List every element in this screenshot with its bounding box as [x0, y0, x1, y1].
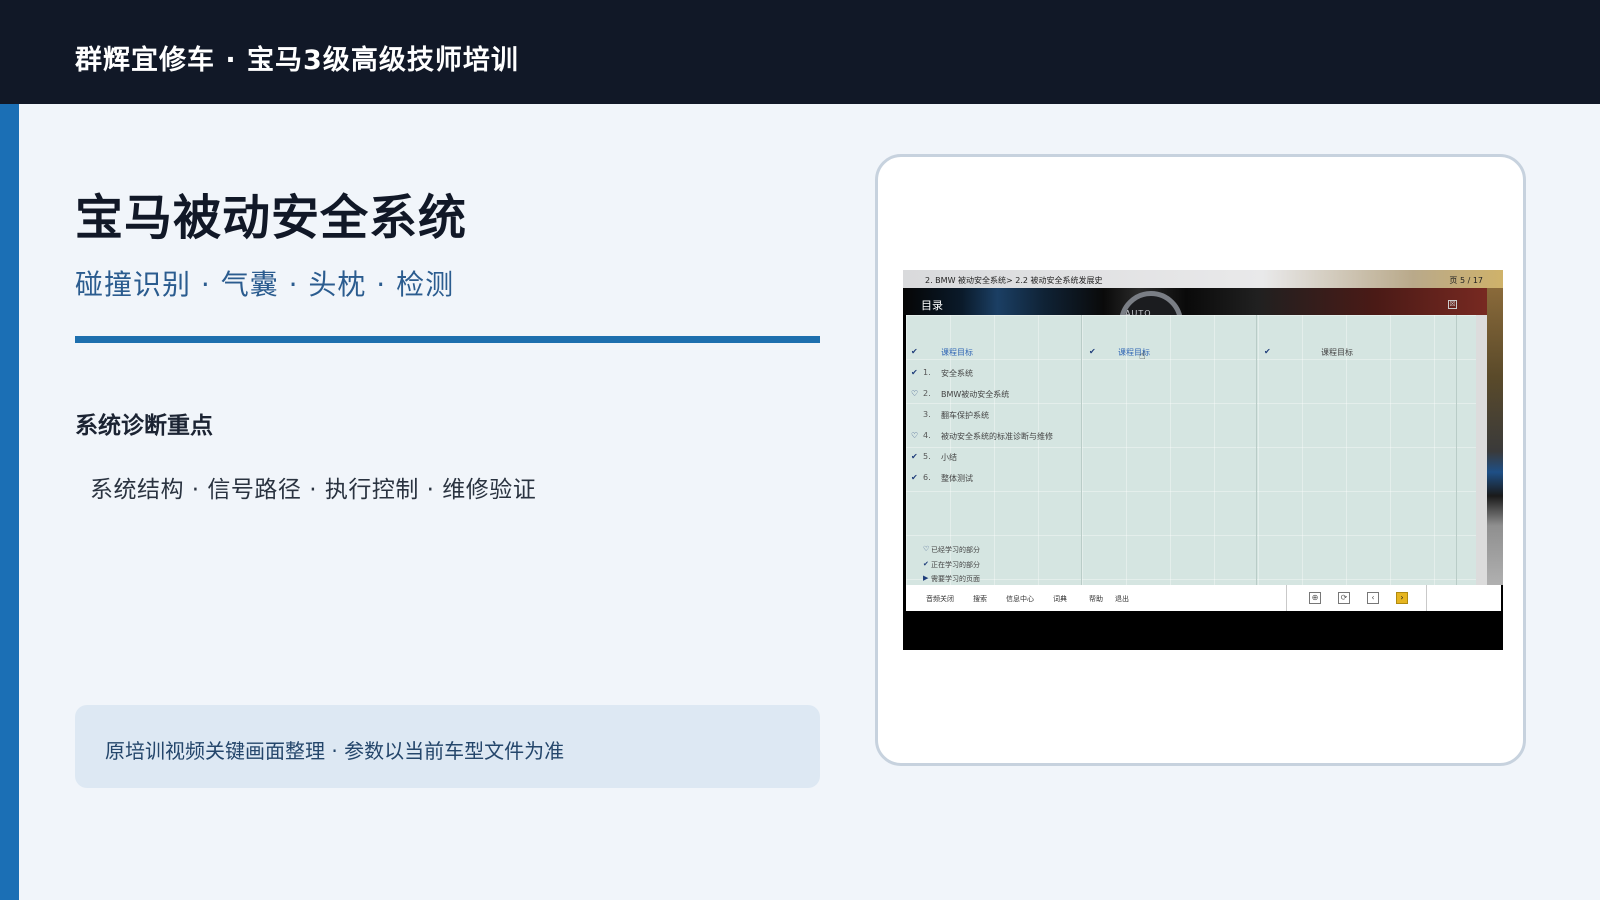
- note-text: 原培训视频关键画面整理 · 参数以当前车型文件为准: [105, 739, 565, 763]
- training-screenshot: 2. BMW 被动安全系统> 2.2 被动安全系统发展史 页 5 / 17 AU…: [903, 270, 1503, 650]
- slide-subtitle: 碰撞识别 · 气囊 · 头枕 · 检测: [75, 268, 455, 301]
- exit-button[interactable]: 退出: [1115, 594, 1129, 604]
- menu-item[interactable]: 整体测试: [941, 473, 973, 484]
- toolbar-divider: [1426, 585, 1427, 611]
- check-icon: ✔: [911, 368, 918, 377]
- previous-icon[interactable]: ‹: [1367, 592, 1379, 604]
- column-heading-1[interactable]: 课程目标: [941, 347, 973, 358]
- page-indicator: 页 5 / 17: [1449, 276, 1483, 285]
- legend-item: 已经学习的部分: [931, 546, 980, 554]
- menu-header-label: 目录: [921, 299, 943, 312]
- breadcrumb: 2. BMW 被动安全系统> 2.2 被动安全系统发展史: [925, 276, 1103, 285]
- screenshot-frame: 2. BMW 被动安全系统> 2.2 被动安全系统发展史 页 5 / 17 AU…: [875, 154, 1526, 766]
- expand-icon[interactable]: ⊕: [1309, 592, 1321, 604]
- scrollbar[interactable]: [1476, 315, 1487, 585]
- hand-cursor-icon: ☝: [1139, 349, 1146, 362]
- menu-item-number: 3.: [923, 410, 931, 419]
- menu-item[interactable]: 翻车保护系统: [941, 410, 989, 421]
- slide-title: 宝马被动安全系统: [75, 190, 468, 246]
- menu-item[interactable]: 安全系统: [941, 368, 973, 379]
- course-title: 群辉宜修车 · 宝马3级高级技师培训: [75, 45, 519, 76]
- note-box: 原培训视频关键画面整理 · 参数以当前车型文件为准: [75, 705, 820, 788]
- bottom-toolbar: 音频关闭 搜索 信息中心 词典 帮助 退出 ⊕ ⟳ ‹ ›: [906, 585, 1501, 611]
- close-icon[interactable]: ☒: [1448, 300, 1457, 309]
- open-check-icon: ♡: [923, 545, 930, 553]
- search-button[interactable]: 搜索: [973, 594, 987, 604]
- arrow-right-icon: ▶: [923, 574, 929, 582]
- check-icon: ✔: [911, 452, 918, 461]
- background-strip: [1487, 288, 1503, 585]
- top-bar: 群辉宜修车 · 宝马3级高级技师培训: [0, 0, 1600, 104]
- menu-item[interactable]: BMW被动安全系统: [941, 389, 1009, 400]
- column-divider: [1456, 315, 1457, 585]
- menu-item[interactable]: 小结: [941, 452, 957, 463]
- column-divider: [1256, 315, 1257, 585]
- course-menu: ✔ 课程目标 ✔ 课程目标 ☝ ✔ 课程目标 ✔ 1. 安全系统 ♡ 2. BM…: [906, 315, 1476, 585]
- dictionary-button[interactable]: 词典: [1053, 594, 1067, 604]
- open-check-icon: ♡: [911, 431, 919, 440]
- check-icon: ✔: [1264, 347, 1271, 356]
- open-check-icon: ♡: [911, 389, 919, 398]
- next-icon[interactable]: ›: [1396, 592, 1408, 604]
- menu-item-number: 5.: [923, 452, 931, 461]
- left-accent-bar: [0, 104, 19, 900]
- menu-item[interactable]: 被动安全系统的标准诊断与维修: [941, 431, 1053, 442]
- help-button[interactable]: 帮助: [1089, 594, 1103, 604]
- audio-off-button[interactable]: 音频关闭: [926, 594, 954, 604]
- breadcrumb-bar: 2. BMW 被动安全系统> 2.2 被动安全系统发展史 页 5 / 17: [903, 270, 1503, 288]
- menu-item-number: 1.: [923, 368, 931, 377]
- menu-item-number: 6.: [923, 473, 931, 482]
- menu-item-number: 4.: [923, 431, 931, 440]
- info-center-button[interactable]: 信息中心: [1006, 594, 1034, 604]
- legend-item: 需要学习的页面: [931, 575, 980, 583]
- check-icon: ✔: [1089, 347, 1096, 356]
- check-icon: ✔: [911, 473, 918, 482]
- column-heading-3[interactable]: 课程目标: [1321, 347, 1353, 358]
- check-icon: ✔: [911, 347, 918, 356]
- section-title: 系统诊断重点: [75, 413, 213, 439]
- menu-item-number: 2.: [923, 389, 931, 398]
- toolbar-divider: [1286, 585, 1287, 611]
- key-points: 系统结构 · 信号路径 · 执行控制 · 维修验证: [90, 477, 537, 503]
- title-divider: [75, 336, 820, 343]
- check-icon: ✔: [923, 560, 929, 568]
- menu-header: AUTO 目录 ☒: [903, 288, 1493, 355]
- legend-item: 正在学习的部分: [931, 561, 980, 569]
- replay-icon[interactable]: ⟳: [1338, 592, 1350, 604]
- column-divider: [1081, 315, 1082, 585]
